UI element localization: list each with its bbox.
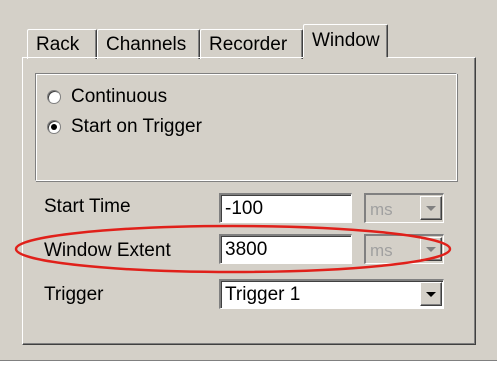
radio-label: Continuous <box>71 86 168 107</box>
tab-channels[interactable]: Channels <box>97 29 200 59</box>
start-time-unit: ms <box>370 200 393 219</box>
active-tab-join <box>303 57 388 59</box>
dropdown-button[interactable] <box>420 282 442 306</box>
start-time-unit-select: ms <box>364 193 444 223</box>
radio-button-checked-icon[interactable] <box>47 120 61 134</box>
tab-label: Recorder <box>209 34 288 55</box>
trigger-label: Trigger <box>44 284 104 305</box>
start-time-label: Start Time <box>44 196 131 217</box>
start-time-value: -100 <box>225 198 264 219</box>
radio-continuous[interactable]: Continuous <box>47 85 167 109</box>
radio-button-icon[interactable] <box>47 90 61 104</box>
tab-label: Window <box>312 30 380 51</box>
chevron-down-icon <box>426 246 436 252</box>
trigger-value: Trigger 1 <box>225 284 301 305</box>
radio-start-on-trigger[interactable]: Start on Trigger <box>47 115 202 139</box>
radio-label: Start on Trigger <box>71 116 202 137</box>
tab-label: Rack <box>36 34 80 55</box>
window-extent-label: Window Extent <box>44 240 171 261</box>
chevron-down-icon <box>426 205 436 211</box>
window-extent-input[interactable]: 3800 <box>219 234 352 264</box>
start-time-input[interactable]: -100 <box>219 193 352 223</box>
chevron-down-icon <box>426 291 436 297</box>
window-extent-value: 3800 <box>225 239 268 260</box>
dropdown-button <box>420 196 442 220</box>
tab-label: Channels <box>106 34 187 55</box>
dropdown-button <box>420 237 442 261</box>
bottom-strip <box>0 360 497 383</box>
tab-recorder[interactable]: Recorder <box>200 29 303 59</box>
tab-rack[interactable]: Rack <box>27 29 97 59</box>
window-extent-unit-select: ms <box>364 234 444 264</box>
tab-window[interactable]: Window <box>303 24 388 59</box>
trigger-select[interactable]: Trigger 1 <box>219 279 444 309</box>
window-extent-unit: ms <box>370 241 393 260</box>
